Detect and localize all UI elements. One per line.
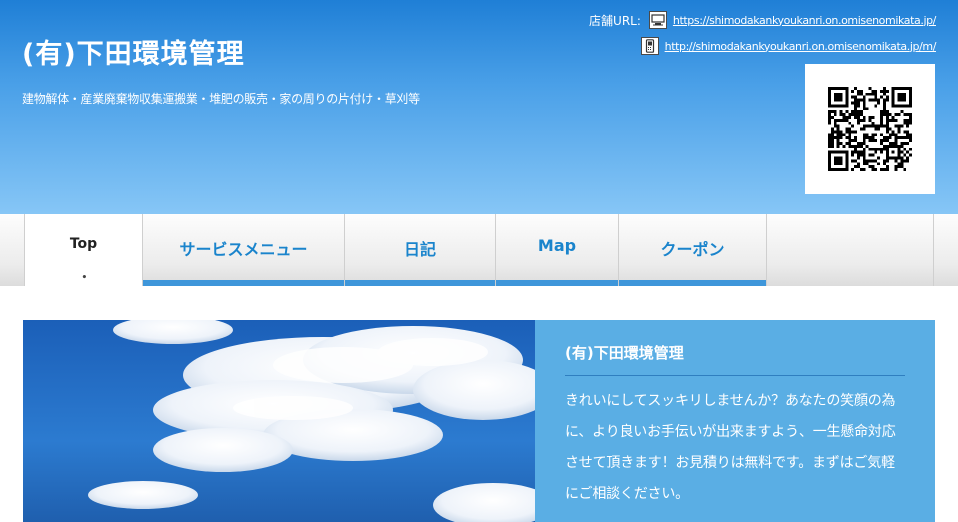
nav-item-top-label: Top	[69, 236, 98, 252]
hero-text-panel: (有)下田環境管理 きれいにしてスッキリしませんか？あなたの笑顔の為に、より良い…	[535, 320, 935, 522]
nav-item-diary[interactable]: 日記	[345, 214, 496, 286]
store-url-label: 店舗URL:	[589, 13, 641, 28]
mobile-phone-icon	[640, 37, 659, 55]
nav-divider	[933, 214, 934, 286]
nav-item-coupon[interactable]: クーポン	[619, 214, 767, 286]
site-header: (有)下田環境管理 建物解体・産業廃棄物収集運搬業・堆肥の販売・家の周りの片付け…	[0, 0, 958, 214]
qr-code	[805, 64, 935, 194]
mobile-url-link[interactable]: http://shimodakankyoukanri.on.omisenomik…	[665, 40, 937, 53]
mobile-url-row: http://shimodakankyoukanri.on.omisenomik…	[640, 36, 937, 56]
sky-clouds-image	[23, 320, 535, 522]
site-tagline: 建物解体・産業廃棄物収集運搬業・堆肥の販売・家の周りの片付け・草刈等	[22, 92, 420, 106]
pc-url-link[interactable]: https://shimodakankyoukanri.on.omisenomi…	[673, 14, 936, 27]
pc-url-row: 店舗URL: https://shimodakankyoukanri.on.om…	[589, 10, 936, 30]
hero-heading: (有)下田環境管理	[565, 342, 905, 376]
nav-item-map-label: Map	[537, 236, 577, 255]
nav-item-service-menu[interactable]: サービスメニュー	[143, 214, 345, 286]
active-indicator: •	[81, 273, 88, 283]
nav-item-service-menu-label: サービスメニュー	[179, 240, 308, 259]
nav-item-top[interactable]: Top •	[24, 214, 143, 286]
site-title[interactable]: (有)下田環境管理	[22, 32, 245, 71]
hero-section: (有)下田環境管理 きれいにしてスッキリしませんか？あなたの笑顔の為に、より良い…	[23, 320, 935, 522]
hero-body-text: きれいにしてスッキリしませんか？あなたの笑顔の為に、より良いお手伝いが出来ますよ…	[565, 393, 896, 502]
nav-item-coupon-label: クーポン	[660, 240, 725, 259]
nav-item-diary-label: 日記	[403, 240, 436, 259]
nav-item-map[interactable]: Map	[496, 214, 619, 286]
qr-code-icon	[828, 87, 912, 171]
monitor-icon	[648, 11, 667, 29]
